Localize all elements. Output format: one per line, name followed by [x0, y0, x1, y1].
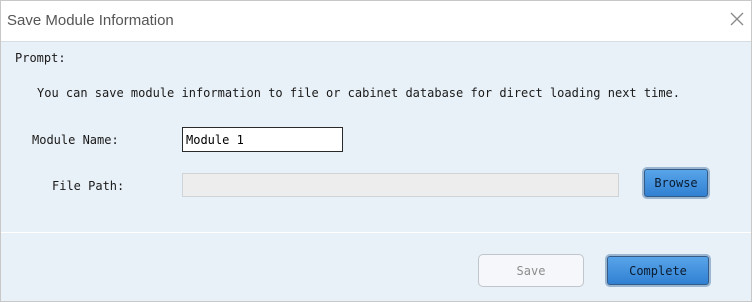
complete-button[interactable]: Complete	[605, 254, 711, 287]
file-path-label: File Path:	[52, 179, 125, 193]
save-module-dialog: Save Module Information Prompt: You can …	[0, 0, 752, 302]
file-path-input	[182, 173, 619, 197]
dialog-title: Save Module Information	[7, 12, 174, 29]
browse-button[interactable]: Browse	[642, 167, 710, 199]
module-name-input[interactable]	[182, 127, 343, 152]
prompt-label: Prompt:	[15, 51, 66, 65]
module-name-label: Module Name:	[32, 133, 119, 147]
save-button[interactable]: Save	[478, 254, 584, 287]
footer-divider	[1, 232, 751, 233]
prompt-description: You can save module information to file …	[37, 86, 680, 100]
close-icon[interactable]	[727, 9, 747, 29]
dialog-titlebar: Save Module Information	[1, 1, 751, 42]
